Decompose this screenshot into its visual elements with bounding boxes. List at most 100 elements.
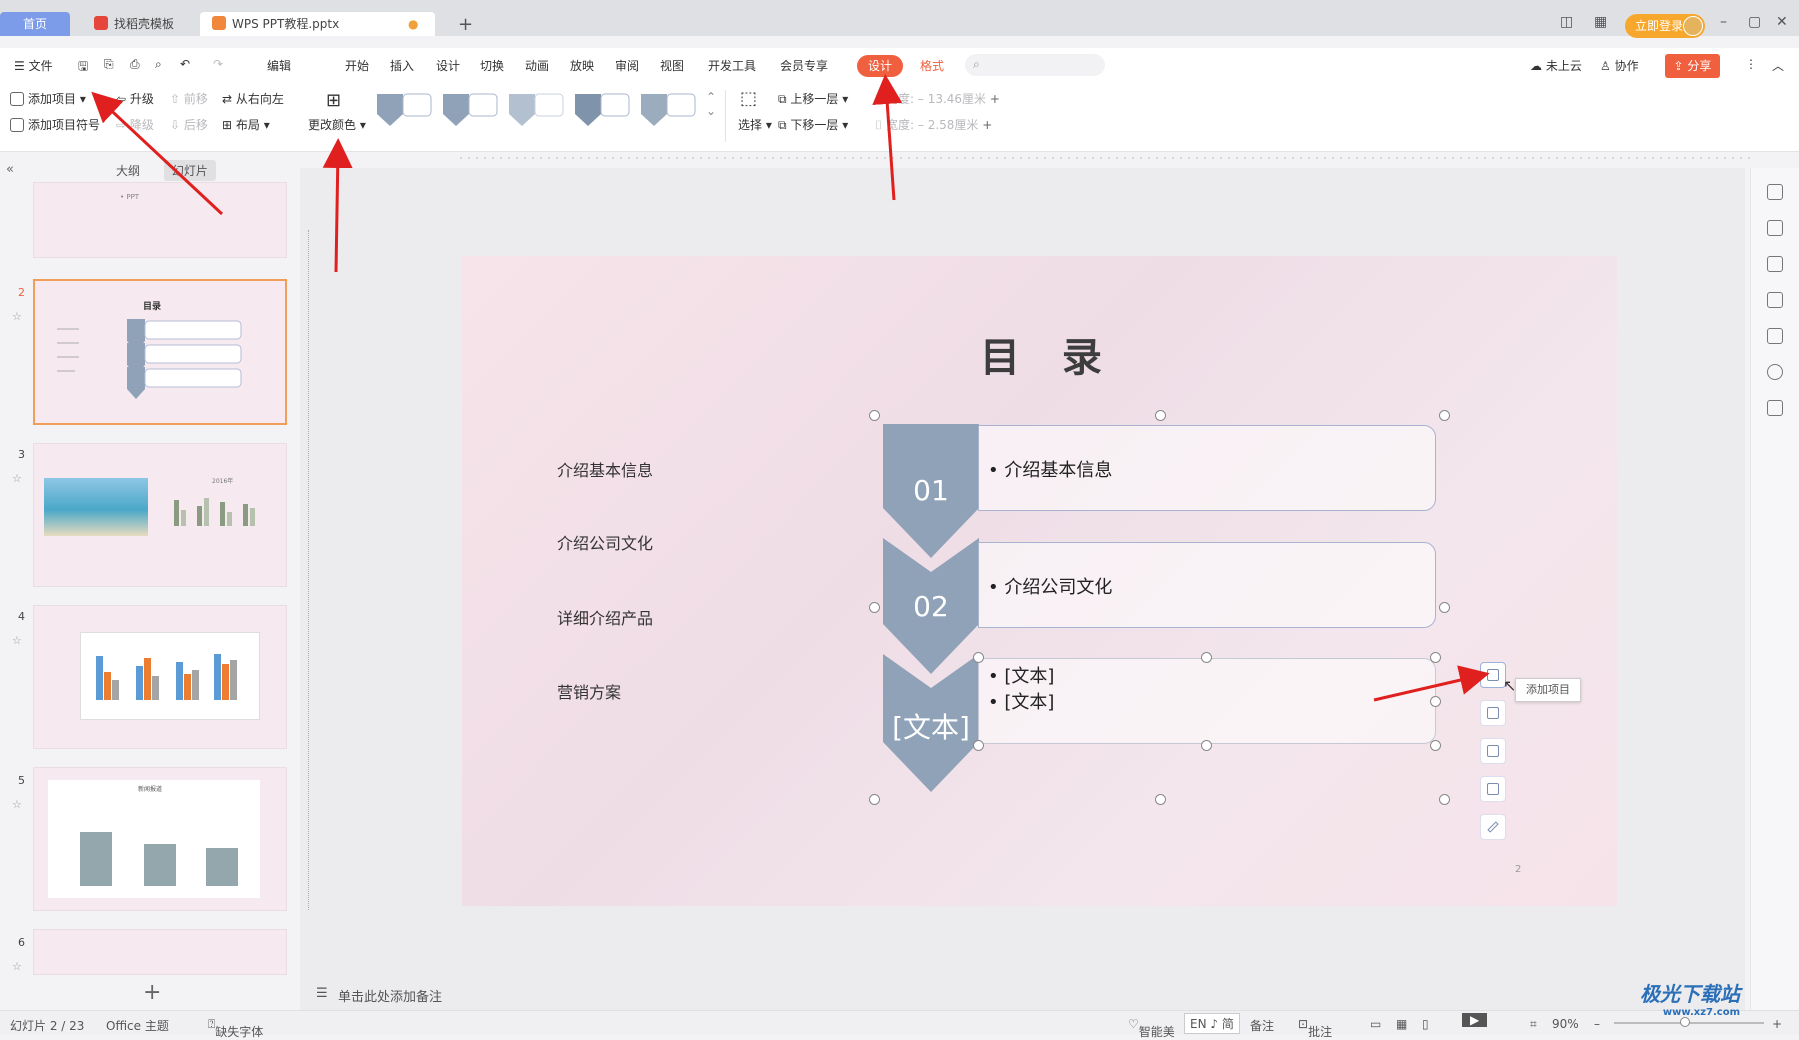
- grid-apps-icon[interactable]: ▦: [1594, 14, 1607, 30]
- send-backward-button[interactable]: ⧉ 下移一层 ▾: [778, 116, 848, 133]
- fit-window-icon[interactable]: ⌗: [1530, 1017, 1537, 1032]
- add-item-button[interactable]: 添加项目 ▾: [10, 90, 86, 107]
- smart-beautify[interactable]: ♡ 智能美: [1128, 1017, 1175, 1039]
- bring-forward-button[interactable]: ⧉ 上移一层 ▾: [778, 90, 848, 107]
- shape-handle[interactable]: [1430, 652, 1441, 663]
- star-icon[interactable]: [1767, 256, 1783, 272]
- smartart-style-5[interactable]: [639, 90, 697, 130]
- zoom-slider-thumb[interactable]: [1680, 1017, 1690, 1027]
- right-to-left-button[interactable]: ⇄ 从右向左: [222, 90, 284, 107]
- resize-handle[interactable]: [1439, 602, 1450, 613]
- slide-thumbnail-3[interactable]: 2016年: [33, 443, 287, 587]
- theme-name[interactable]: Office 主题: [106, 1017, 169, 1034]
- tab-document[interactable]: WPS PPT教程.pptx ●: [200, 12, 435, 36]
- resize-handle[interactable]: [1439, 410, 1450, 421]
- box-3-line-2[interactable]: • [文本]: [988, 688, 1054, 714]
- agenda-label-4[interactable]: 营销方案: [557, 679, 621, 703]
- settings-sliders-icon[interactable]: [1767, 220, 1783, 236]
- menu-review[interactable]: 审阅: [615, 57, 639, 74]
- styles-scroll-icon[interactable]: ⌃ ⌄: [706, 90, 716, 118]
- tab-smartart-design[interactable]: 设计: [857, 55, 903, 77]
- search-input[interactable]: ⌕: [965, 54, 1105, 76]
- slide-thumbnail-1[interactable]: • PPT: [33, 182, 287, 258]
- menu-start[interactable]: 开始: [345, 57, 369, 74]
- chevron-1-text[interactable]: 01: [883, 474, 979, 507]
- layout-icon[interactable]: ◫: [1560, 14, 1573, 30]
- layout-button[interactable]: ⊞ 布局 ▾: [222, 116, 270, 133]
- resize-handle[interactable]: [869, 410, 880, 421]
- tab-format[interactable]: 格式: [920, 57, 944, 74]
- print-icon[interactable]: ⎙: [130, 57, 140, 72]
- add-slide-button[interactable]: +: [143, 980, 161, 1005]
- zoom-in-button[interactable]: +: [1772, 1017, 1782, 1031]
- resize-handle[interactable]: [869, 602, 880, 613]
- width-field[interactable]: ⌷ 宽度: – 2.58厘米 +: [875, 116, 992, 133]
- more-icon[interactable]: ⋮: [1745, 57, 1757, 71]
- shape-handle[interactable]: [1430, 696, 1441, 707]
- smartart-style-3[interactable]: [507, 90, 565, 130]
- shape-handle[interactable]: [973, 652, 984, 663]
- resize-handle[interactable]: [1439, 794, 1450, 805]
- login-button[interactable]: 立即登录: [1625, 14, 1705, 38]
- float-edit-text-button[interactable]: [1480, 776, 1506, 802]
- collapse-ribbon-icon[interactable]: ︿: [1772, 57, 1784, 74]
- height-field[interactable]: ⌷ 高度: – 13.46厘米 +: [875, 90, 1000, 107]
- redo-icon[interactable]: ↷: [213, 57, 223, 71]
- tab-template[interactable]: 找稻壳模板: [82, 12, 187, 36]
- magic-icon[interactable]: [1767, 184, 1783, 200]
- menu-transition[interactable]: 切换: [480, 57, 504, 74]
- shape-handle[interactable]: [1201, 740, 1212, 751]
- menu-slideshow[interactable]: 放映: [570, 57, 594, 74]
- maximize-button[interactable]: ▢: [1748, 14, 1761, 30]
- shape-handle[interactable]: [973, 740, 984, 751]
- menu-devtools[interactable]: 开发工具: [708, 57, 756, 74]
- shape-handle[interactable]: [1201, 652, 1212, 663]
- select-button[interactable]: 选择 ▾: [738, 116, 772, 133]
- notes-area[interactable]: ☰ 单击此处添加备注: [300, 980, 1750, 1010]
- comments-toggle[interactable]: ⊡ 批注: [1298, 1017, 1332, 1039]
- navigation-icon[interactable]: [1767, 364, 1783, 380]
- demote-button[interactable]: ⇨ 降级: [116, 116, 154, 133]
- move-back-button[interactable]: ⇩ 后移: [170, 116, 208, 133]
- export-icon[interactable]: ⎘: [104, 57, 114, 72]
- undo-icon[interactable]: ↶: [180, 57, 190, 71]
- box-3-line-1[interactable]: • [文本]: [988, 662, 1054, 688]
- slide-thumbnail-4[interactable]: [33, 605, 287, 749]
- float-style-button[interactable]: [1480, 738, 1506, 764]
- smartart-style-2[interactable]: [441, 90, 499, 130]
- zoom-value[interactable]: 90%: [1552, 1017, 1579, 1031]
- zoom-out-button[interactable]: –: [1594, 1017, 1600, 1031]
- menu-animation[interactable]: 动画: [525, 57, 549, 74]
- agenda-label-1[interactable]: 介绍基本信息: [557, 457, 653, 481]
- notes-toggle[interactable]: 备注: [1250, 1017, 1274, 1034]
- slide-title[interactable]: 目 录: [980, 325, 1116, 383]
- move-forward-button[interactable]: ⇧ 前移: [170, 90, 208, 107]
- float-pen-button[interactable]: [1480, 814, 1506, 840]
- resize-handle[interactable]: [1155, 410, 1166, 421]
- menu-design[interactable]: 设计: [436, 57, 460, 74]
- close-window-button[interactable]: ✕: [1776, 14, 1788, 30]
- reading-view-icon[interactable]: ▯: [1422, 1017, 1429, 1031]
- normal-view-icon[interactable]: ▭: [1370, 1017, 1381, 1031]
- share-button[interactable]: ⇪ 分享: [1665, 54, 1720, 78]
- shape-handle[interactable]: [1430, 740, 1441, 751]
- preview-icon[interactable]: ⌕: [155, 57, 162, 72]
- slide-thumbnail-5[interactable]: 新闻报道: [33, 767, 287, 911]
- ime-indicator[interactable]: EN ♪ 简: [1184, 1013, 1240, 1034]
- slide-thumbnail-2[interactable]: 目录: [33, 279, 287, 425]
- chevron-3-text[interactable]: [文本]: [883, 706, 979, 746]
- play-slideshow-button[interactable]: ▶: [1462, 1013, 1488, 1027]
- slide-thumbnail-6[interactable]: [33, 929, 287, 975]
- menu-insert[interactable]: 插入: [390, 57, 414, 74]
- tab-slides[interactable]: 幻灯片: [163, 160, 216, 181]
- box-1-text[interactable]: • 介绍基本信息: [988, 456, 1112, 482]
- minimize-button[interactable]: –: [1720, 14, 1727, 30]
- new-tab-button[interactable]: +: [458, 14, 473, 35]
- save-icon[interactable]: 🖫: [78, 57, 88, 78]
- book-icon[interactable]: [1767, 400, 1783, 416]
- transition-icon[interactable]: [1767, 292, 1783, 308]
- edit-menu[interactable]: 编辑: [267, 57, 291, 74]
- sorter-view-icon[interactable]: ▦: [1396, 1017, 1407, 1031]
- agenda-label-2[interactable]: 介绍公司文化: [557, 530, 653, 554]
- tab-home[interactable]: 首页: [0, 12, 70, 36]
